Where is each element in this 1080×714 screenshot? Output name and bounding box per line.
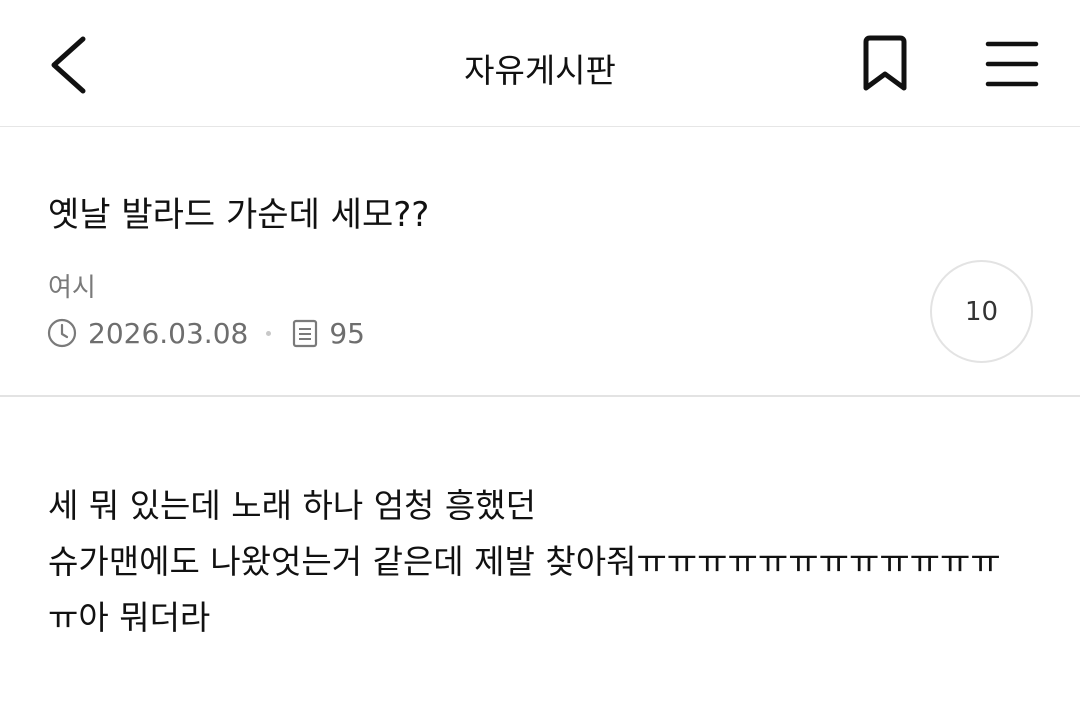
post-body-line: 슈가맨에도 나왔엇는거 같은데 제발 찾아줘ㅠㅠㅠㅠㅠㅠㅠㅠㅠㅠㅠㅠ [48,542,1001,581]
author-name[interactable]: 여시 [48,267,96,304]
bookmark-icon [863,35,907,91]
top-app-bar: 자유게시판 [0,0,1080,127]
post-body: 세 뭐 있는데 노래 하나 엄청 흥했던 슈가맨에도 나왔엇는거 같은데 제발 … [48,478,1038,646]
document-icon [293,319,318,348]
post-meta: 2026.03.08 95 [46,313,365,353]
post-body-line: 세 뭐 있는데 노래 하나 엄청 흥했던 [48,486,536,525]
post-date: 2026.03.08 [88,316,249,350]
view-count: 95 [329,316,365,350]
comment-count-button[interactable]: 10 [930,260,1033,363]
hamburger-menu-icon [985,41,1039,87]
post-body-line: ㅠ아 뭐더라 [48,598,211,637]
post-title: 옛날 발라드 가순데 세모?? [48,195,430,235]
page-title: 자유게시판 [464,51,616,90]
meta-separator [266,330,272,336]
bookmark-button[interactable] [852,28,918,100]
menu-button[interactable] [978,30,1046,98]
post-header: 옛날 발라드 가순데 세모?? 여시 2026.03.08 95 10 [0,127,1080,397]
clock-icon [47,318,77,348]
